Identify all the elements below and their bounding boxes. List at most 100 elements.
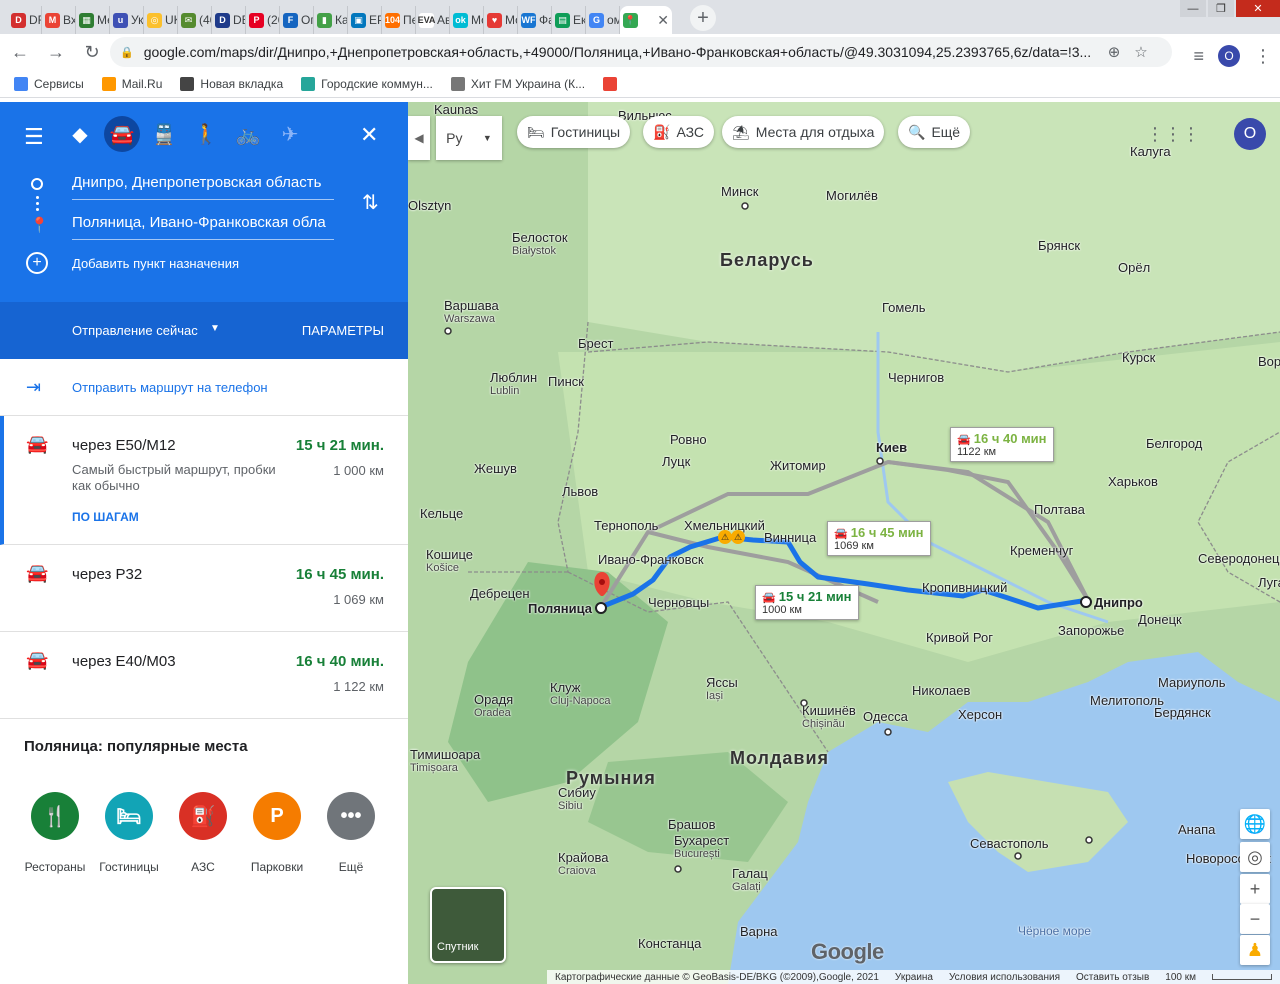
zoom-out-button[interactable]: − [1240,904,1270,934]
browser-tab[interactable]: ✉(46 [178,6,212,34]
route-info-box-1[interactable]: 🚘 15 ч 21 мин 1000 км [755,585,859,620]
globe-icon[interactable]: 🌐 [1240,809,1270,839]
walk-mode-icon[interactable]: 🚶 [188,116,224,152]
city-label[interactable]: Тернополь [594,518,658,533]
city-label[interactable]: Мариуполь [1158,675,1226,690]
city-label[interactable]: Клуж Cluj-Napoca [550,680,611,707]
bookmark-star-icon[interactable]: ☆ [1134,43,1147,61]
city-label[interactable]: Дебрецен [470,586,530,601]
close-tab-icon[interactable]: ✕ [657,12,669,29]
send-to-phone-row[interactable]: ⇥ Отправить маршрут на телефон [0,359,408,416]
destination-input[interactable]: Поляница, Ивано-Франковская обла [72,214,334,240]
route-option-3[interactable]: 🚘 через E40/M03 16 ч 40 мин. 1 122 км [0,632,408,719]
city-label[interactable]: Кельце [420,506,463,521]
origin-input[interactable]: Днипро, Днепропетровская область [72,174,334,200]
city-label[interactable]: Варшава Warszawa [444,298,499,325]
active-tab[interactable]: 📍 ✕ [620,6,672,34]
browser-tab[interactable]: okМо [450,6,484,34]
city-label[interactable]: Житомир [770,458,826,473]
bookmark-item[interactable]: Mail.Ru [101,76,162,91]
map-canvas[interactable]: Беларусь Молдавия Румыния Минск Могилёв Вильн… [408,102,1280,984]
language-selector[interactable]: Ру ▼ [436,116,502,160]
city-label[interactable]: Жешув [474,461,517,476]
city-label[interactable]: Херсон [958,707,1002,722]
city-label[interactable]: Варна [740,924,778,939]
city-label[interactable]: Луга [1258,575,1280,590]
city-label[interactable]: Бердянск [1154,705,1211,720]
city-label[interactable]: Северодонецк [1198,551,1280,566]
zoom-in-button[interactable]: + [1240,874,1270,904]
route-info-box-2[interactable]: 🚘 16 ч 45 мин 1069 км [827,521,931,556]
reload-icon[interactable]: ↻ [76,36,108,68]
add-destination-link[interactable]: Добавить пункт назначения [72,256,239,271]
browser-tab[interactable]: ▦Ме [76,6,110,34]
city-label[interactable]: Люблин Lublin [490,370,537,397]
bookmark-item[interactable]: Новая вкладка [180,76,283,91]
city-label[interactable]: Яссы Iași [706,675,738,702]
browser-tab[interactable]: EVAАвт [416,6,450,34]
city-label[interactable]: Луцк [662,454,690,469]
city-label[interactable]: Констанца [638,936,701,951]
car-mode-icon[interactable]: 🚘 [104,116,140,152]
city-label[interactable]: Орёл [1118,260,1150,275]
bookmark-item[interactable] [603,76,623,91]
flight-mode-icon[interactable]: ✈ [272,116,308,152]
city-label[interactable]: Харьков [1108,474,1158,489]
browser-tab[interactable]: MВхо [42,6,76,34]
city-label[interactable]: Ровно [670,432,707,447]
city-label[interactable]: Кривой Рог [926,630,993,645]
city-label[interactable]: Брянск [1038,238,1080,253]
city-label[interactable]: Запорожье [1058,623,1124,638]
roadwork-icon[interactable]: ⚠ [718,530,732,544]
city-label[interactable]: Тимишоара Timișoara [410,747,480,774]
route-info-box-3[interactable]: 🚘 16 ч 40 мин 1122 км [950,427,1054,462]
close-window-button[interactable]: ✕ [1236,0,1280,17]
feedback-link[interactable]: Оставить отзыв [1076,972,1149,983]
city-label[interactable]: Николаев [912,683,970,698]
browser-tab[interactable]: uУкр [110,6,144,34]
city-label[interactable]: Орадя Oradea [474,692,513,719]
swap-icon[interactable]: ⇅ [362,190,379,215]
city-label[interactable]: Кропивницкий [922,580,1007,595]
browser-tab[interactable]: ♥Мо [484,6,518,34]
city-label[interactable]: Сибиу Sibiu [558,785,596,812]
forward-icon[interactable]: → [40,36,72,68]
city-label[interactable]: Ивано-Франковск [598,552,704,567]
city-label[interactable]: Воронеж [1258,354,1280,369]
browser-tab[interactable]: 104Пер [382,6,416,34]
city-label[interactable]: Севастополь [970,836,1049,851]
restore-button[interactable]: ❐ [1208,0,1234,17]
city-label[interactable]: Бухарест București [674,833,729,860]
collapse-panel-icon[interactable]: ◀ [408,116,430,160]
poi-category[interactable]: P Парковки [240,792,314,874]
city-label[interactable]: Львов [562,484,598,499]
city-label[interactable]: Чернигов [888,370,944,385]
city-label[interactable]: Донецк [1138,612,1182,627]
account-avatar[interactable]: O [1234,118,1266,150]
dropdown-caret-icon[interactable]: ▼ [210,323,220,334]
browser-tab[interactable]: ◎UKI [144,6,178,34]
back-icon[interactable]: ← [4,36,36,68]
city-label[interactable]: Поляница [528,601,592,616]
city-label[interactable]: Белосток Białystok [512,230,568,257]
browser-tab[interactable]: ▮Кат [314,6,348,34]
new-tab-button[interactable]: + [690,5,716,31]
route-option-2[interactable]: 🚘 через P32 16 ч 45 мин. 1 069 км [0,545,408,632]
browser-tab[interactable]: P(26 [246,6,280,34]
city-label[interactable]: Белгород [1146,436,1202,451]
city-label[interactable]: Брест [578,336,613,351]
profile-avatar[interactable]: O [1218,45,1240,67]
terms-link[interactable]: Условия использования [949,972,1060,983]
menu-icon[interactable]: ☰ [24,124,44,150]
city-label[interactable]: Калуга [1130,144,1171,159]
poi-category[interactable]: ⛽ АЗС [166,792,240,874]
city-label[interactable]: Могилёв [826,188,878,203]
city-label[interactable]: Кременчуг [1010,543,1073,558]
reading-list-icon[interactable]: ≡ [1193,40,1204,72]
browser-tab[interactable]: DDRI [8,6,42,34]
poi-category[interactable]: 🛏 Гостиницы [92,792,166,874]
best-route-icon[interactable]: ◆ [62,116,98,152]
city-label[interactable]: Брашов [668,817,716,832]
city-label[interactable]: Olsztyn [408,198,451,213]
browser-tab[interactable]: ▣EPL [348,6,382,34]
